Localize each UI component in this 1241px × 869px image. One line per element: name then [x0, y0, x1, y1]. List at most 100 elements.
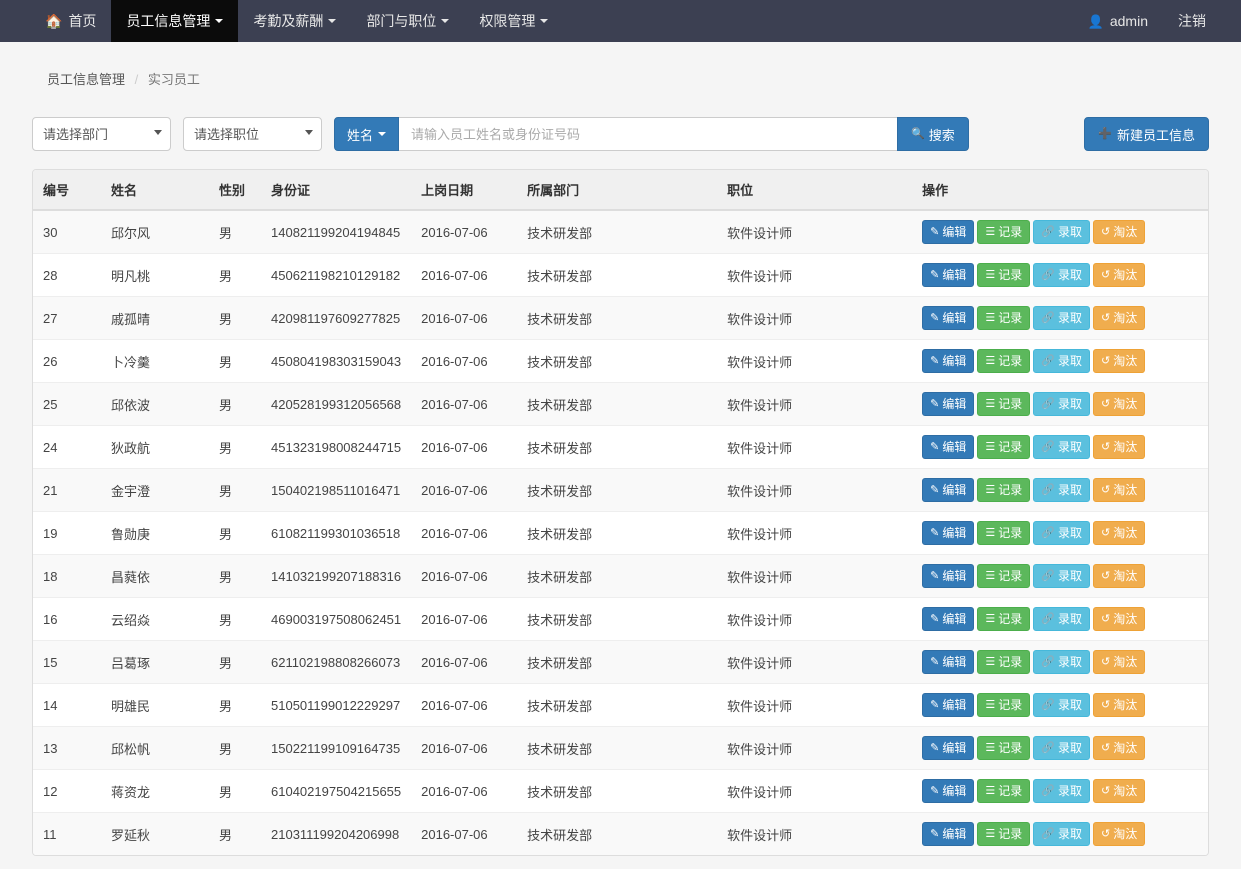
nav-item-department-position[interactable]: 部门与职位	[351, 0, 464, 42]
row-record-button[interactable]: ☰ 记录	[977, 392, 1031, 416]
row-edit-button[interactable]: ✎ 编辑	[922, 392, 975, 416]
row-record-button[interactable]: ☰ 记录	[977, 736, 1031, 760]
column-header-actions: 操作	[912, 170, 1208, 211]
position-select[interactable]: 请选择职位	[183, 117, 322, 151]
row-record-button-label: 记录	[998, 784, 1023, 798]
row-reject-button-label: 淘汰	[1113, 483, 1138, 497]
row-record-button[interactable]: ☰ 记录	[977, 306, 1031, 330]
row-hire-button[interactable]: 🔗 录取	[1033, 779, 1090, 803]
row-edit-button[interactable]: ✎ 编辑	[922, 779, 975, 803]
table-row: 18 昌蕤依男 141032199207188316 2016-07-06 技术研发部软…	[33, 554, 1208, 598]
row-edit-button-label: 编辑	[942, 526, 967, 540]
row-hire-button[interactable]: 🔗 录取	[1033, 822, 1090, 846]
row-reject-button-label: 淘汰	[1113, 311, 1138, 325]
row-record-button[interactable]: ☰ 记录	[977, 607, 1031, 631]
row-record-button[interactable]: ☰ 记录	[977, 220, 1031, 244]
row-hire-button[interactable]: 🔗 录取	[1033, 736, 1090, 760]
row-edit-button[interactable]: ✎ 编辑	[922, 478, 975, 502]
cell-id: 13	[33, 726, 101, 770]
row-reject-button[interactable]: ↺ 淘汰	[1092, 349, 1146, 373]
row-hire-button[interactable]: 🔗 录取	[1033, 435, 1090, 459]
row-record-button[interactable]: ☰ 记录	[977, 650, 1031, 674]
row-hire-button[interactable]: 🔗 录取	[1033, 693, 1090, 717]
row-reject-button[interactable]: ↺ 淘汰	[1092, 693, 1146, 717]
nav-item-home[interactable]: 🏠 首页	[30, 0, 111, 42]
row-record-button[interactable]: ☰ 记录	[977, 564, 1031, 588]
row-hire-button[interactable]: 🔗 录取	[1033, 564, 1090, 588]
cell-position: 软件设计师	[717, 554, 913, 598]
row-action-group: ✎ 编辑 ☰ 记录 🔗 录取 ↺ 淘汰	[922, 607, 1198, 631]
row-hire-button[interactable]: 🔗 录取	[1033, 478, 1090, 502]
row-reject-button[interactable]: ↺ 淘汰	[1092, 779, 1146, 803]
row-edit-button[interactable]: ✎ 编辑	[922, 693, 975, 717]
row-edit-button[interactable]: ✎ 编辑	[922, 306, 975, 330]
nav-item-logout[interactable]: 注销	[1163, 0, 1221, 42]
row-record-button[interactable]: ☰ 记录	[977, 693, 1031, 717]
row-record-button[interactable]: ☰ 记录	[977, 349, 1031, 373]
row-reject-button[interactable]: ↺ 淘汰	[1092, 263, 1146, 287]
row-reject-button[interactable]: ↺ 淘汰	[1092, 822, 1146, 846]
row-edit-button-label: 编辑	[942, 268, 967, 282]
cell-date: 2016-07-06	[411, 640, 518, 684]
row-edit-button[interactable]: ✎ 编辑	[922, 435, 975, 459]
row-edit-button[interactable]: ✎ 编辑	[922, 564, 975, 588]
search-field-dropdown[interactable]: 姓名	[334, 117, 400, 151]
row-hire-button[interactable]: 🔗 录取	[1033, 521, 1090, 545]
new-employee-button[interactable]: ➕ 新建员工信息	[1084, 117, 1209, 151]
row-hire-button[interactable]: 🔗 录取	[1033, 349, 1090, 373]
row-edit-button[interactable]: ✎ 编辑	[922, 607, 975, 631]
row-edit-button[interactable]: ✎ 编辑	[922, 650, 975, 674]
cell-id: 18	[33, 554, 101, 598]
row-hire-button[interactable]: 🔗 录取	[1033, 650, 1090, 674]
cell-sex: 男	[209, 554, 261, 598]
search-group: 姓名 🔍 搜索	[334, 117, 969, 151]
row-reject-button[interactable]: ↺ 淘汰	[1092, 736, 1146, 760]
row-reject-button[interactable]: ↺ 淘汰	[1092, 392, 1146, 416]
search-button[interactable]: 🔍 搜索	[897, 117, 969, 151]
nav-item-permission[interactable]: 权限管理	[464, 0, 563, 42]
row-edit-button[interactable]: ✎ 编辑	[922, 220, 975, 244]
row-reject-button[interactable]: ↺ 淘汰	[1092, 607, 1146, 631]
row-record-button[interactable]: ☰ 记录	[977, 435, 1031, 459]
row-reject-button-label: 淘汰	[1113, 612, 1138, 626]
breadcrumb-parent[interactable]: 员工信息管理	[47, 72, 125, 87]
row-record-button[interactable]: ☰ 记录	[977, 263, 1031, 287]
plus-icon: ➕	[1098, 127, 1112, 140]
nav-item-attendance-salary[interactable]: 考勤及薪酬	[238, 0, 351, 42]
search-input[interactable]	[399, 117, 898, 151]
row-record-button-label: 记录	[998, 311, 1023, 325]
nav-item-employee-info[interactable]: 员工信息管理	[111, 0, 239, 42]
row-reject-button[interactable]: ↺ 淘汰	[1092, 650, 1146, 674]
row-action-group: ✎ 编辑 ☰ 记录 🔗 录取 ↺ 淘汰	[922, 521, 1198, 545]
row-hire-button[interactable]: 🔗 录取	[1033, 306, 1090, 330]
list-icon: ☰	[985, 440, 996, 453]
row-record-button[interactable]: ☰ 记录	[977, 478, 1031, 502]
row-record-button[interactable]: ☰ 记录	[977, 822, 1031, 846]
row-record-button[interactable]: ☰ 记录	[977, 779, 1031, 803]
cell-position: 软件设计师	[717, 683, 913, 727]
row-edit-button[interactable]: ✎ 编辑	[922, 736, 975, 760]
row-reject-button[interactable]: ↺ 淘汰	[1092, 478, 1146, 502]
row-hire-button[interactable]: 🔗 录取	[1033, 220, 1090, 244]
row-reject-button[interactable]: ↺ 淘汰	[1092, 435, 1146, 459]
row-hire-button[interactable]: 🔗 录取	[1033, 263, 1090, 287]
row-hire-button-label: 录取	[1057, 741, 1082, 755]
row-hire-button[interactable]: 🔗 录取	[1033, 607, 1090, 631]
row-reject-button-label: 淘汰	[1113, 655, 1138, 669]
row-reject-button[interactable]: ↺ 淘汰	[1092, 564, 1146, 588]
row-reject-button[interactable]: ↺ 淘汰	[1092, 306, 1146, 330]
row-edit-button[interactable]: ✎ 编辑	[922, 263, 975, 287]
cell-position: 软件设计师	[717, 640, 913, 684]
row-edit-button[interactable]: ✎ 编辑	[922, 521, 975, 545]
department-select[interactable]: 请选择部门	[32, 117, 171, 151]
row-reject-button[interactable]: ↺ 淘汰	[1092, 521, 1146, 545]
nav-item-user[interactable]: 👤 admin	[1073, 0, 1163, 42]
row-record-button[interactable]: ☰ 记录	[977, 521, 1031, 545]
row-record-button-label: 记录	[998, 354, 1023, 368]
row-edit-button[interactable]: ✎ 编辑	[922, 349, 975, 373]
row-hire-button[interactable]: 🔗 录取	[1033, 392, 1090, 416]
row-edit-button[interactable]: ✎ 编辑	[922, 822, 975, 846]
row-reject-button[interactable]: ↺ 淘汰	[1092, 220, 1146, 244]
pencil-icon: ✎	[930, 440, 940, 453]
cell-idcard: 150221199109164735	[261, 726, 412, 770]
